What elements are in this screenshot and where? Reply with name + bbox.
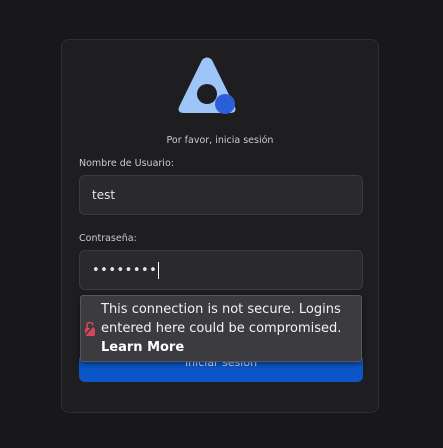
insecure-login-warning-popup: This connection is not secure. Logins en… [80,295,362,362]
username-value: test [92,188,116,202]
password-label: Contraseña: [79,233,137,244]
username-label: Nombre de Usuario: [79,158,174,169]
username-input[interactable]: test [79,175,363,215]
text-caret [158,261,160,279]
login-subtitle: Por favor, inicia sesión [166,135,274,146]
insecure-lock-icon [83,321,97,337]
app-logo-icon [178,57,236,114]
warning-message: This connection is not secure. Logins en… [101,302,342,336]
password-value: •••••••• [92,262,158,278]
learn-more-link[interactable]: Learn More [101,338,359,357]
warning-message-block: This connection is not secure. Logins en… [101,300,359,357]
password-input[interactable]: •••••••• [79,250,363,290]
